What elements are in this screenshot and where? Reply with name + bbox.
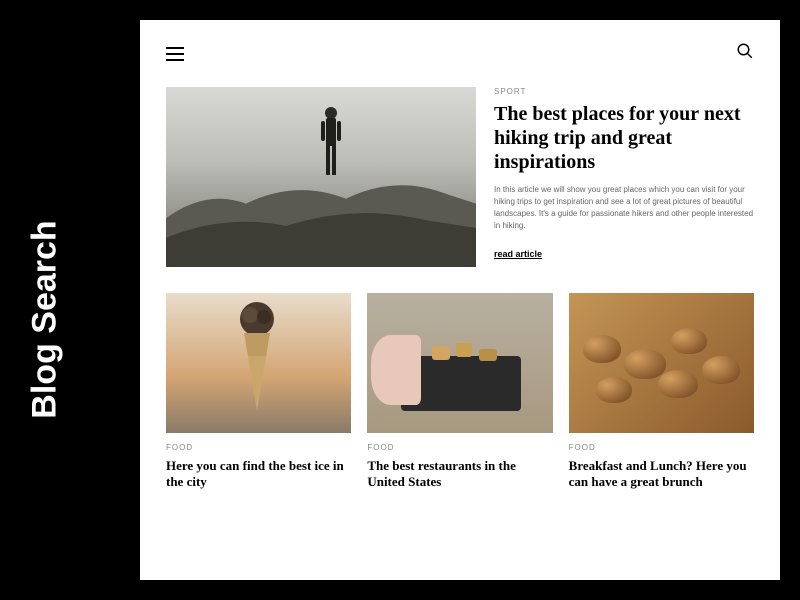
hero-image: [166, 87, 476, 267]
article-card[interactable]: FOOD The best restaurants in the United …: [367, 293, 552, 491]
hero-description: In this article we will show you great p…: [494, 184, 754, 232]
article-grid: FOOD Here you can find the best ice in t…: [166, 293, 754, 491]
page-label: Blog Search: [26, 220, 65, 418]
article-title: Here you can find the best ice in the ci…: [166, 458, 351, 491]
article-image: [569, 293, 754, 433]
article-card[interactable]: FOOD Breakfast and Lunch? Here you can h…: [569, 293, 754, 491]
article-image: [166, 293, 351, 433]
article-category: FOOD: [569, 443, 754, 452]
read-article-link[interactable]: read article: [494, 249, 542, 259]
hero-article[interactable]: SPORT The best places for your next hiki…: [166, 87, 754, 267]
article-category: FOOD: [166, 443, 351, 452]
article-card[interactable]: FOOD Here you can find the best ice in t…: [166, 293, 351, 491]
article-category: FOOD: [367, 443, 552, 452]
article-title: Breakfast and Lunch? Here you can have a…: [569, 458, 754, 491]
header: [166, 42, 754, 65]
blog-card: SPORT The best places for your next hiki…: [140, 20, 780, 580]
hero-title: The best places for your next hiking tri…: [494, 102, 754, 174]
search-icon[interactable]: [736, 42, 754, 65]
hamburger-menu-icon[interactable]: [166, 47, 184, 61]
hero-text: SPORT The best places for your next hiki…: [494, 87, 754, 267]
article-image: [367, 293, 552, 433]
hero-category: SPORT: [494, 87, 754, 96]
article-title: The best restaurants in the United State…: [367, 458, 552, 491]
